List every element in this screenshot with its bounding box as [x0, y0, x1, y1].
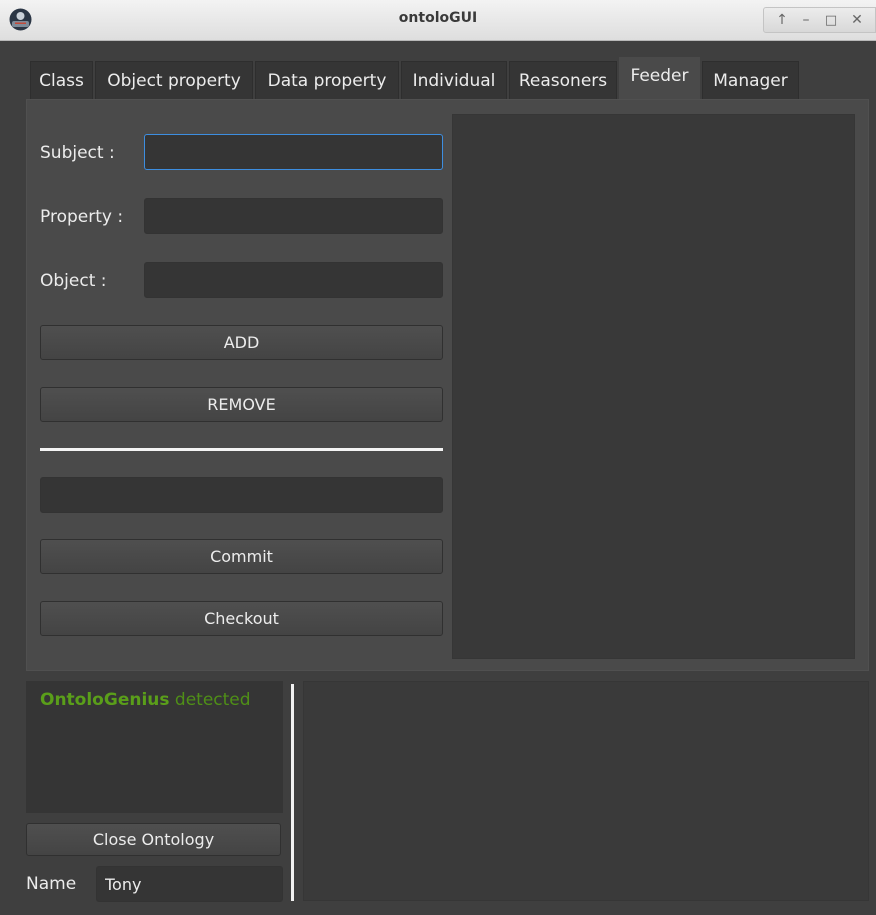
- window-controls: ↑ – □ ✕: [763, 7, 876, 33]
- horizontal-separator: [40, 448, 443, 451]
- log-output-area[interactable]: [303, 681, 869, 901]
- add-button[interactable]: ADD: [40, 325, 443, 360]
- tab-individual[interactable]: Individual: [401, 61, 507, 99]
- name-label: Name: [26, 874, 77, 894]
- commit-button[interactable]: Commit: [40, 539, 443, 574]
- tab-reasoners[interactable]: Reasoners: [509, 61, 617, 99]
- maximize-icon[interactable]: □: [820, 9, 842, 31]
- tab-manager[interactable]: Manager: [702, 61, 799, 99]
- subject-input[interactable]: [144, 134, 443, 170]
- ontology-status-box: OntoloGenius detected: [26, 681, 283, 813]
- status-detected: detected: [169, 690, 251, 710]
- object-label: Object :: [40, 271, 107, 291]
- tab-class[interactable]: Class: [30, 61, 93, 99]
- status-name: OntoloGenius: [40, 690, 170, 710]
- commit-message-input[interactable]: [40, 477, 443, 513]
- close-ontology-button[interactable]: Close Ontology: [26, 823, 281, 856]
- tab-object-property[interactable]: Object property: [95, 61, 253, 99]
- checkout-button[interactable]: Checkout: [40, 601, 443, 636]
- status-message: OntoloGenius detected: [40, 690, 251, 710]
- remove-button[interactable]: REMOVE: [40, 387, 443, 422]
- object-input[interactable]: [144, 262, 443, 298]
- property-label: Property :: [40, 207, 124, 227]
- vertical-separator: [291, 684, 294, 901]
- close-icon[interactable]: ✕: [846, 9, 868, 31]
- window-title: ontoloGUI: [398, 10, 478, 26]
- ontogui-window: ontoloGUI ↑ – □ ✕ Class Object property …: [0, 0, 876, 915]
- name-input[interactable]: [96, 866, 283, 902]
- minimize-icon[interactable]: –: [795, 9, 817, 31]
- subject-label: Subject :: [40, 143, 115, 163]
- property-input[interactable]: [144, 198, 443, 234]
- tab-feeder[interactable]: Feeder: [619, 57, 700, 99]
- title-bar[interactable]: ontoloGUI ↑ – □ ✕: [0, 0, 876, 41]
- feeder-output-area[interactable]: [452, 114, 855, 659]
- keep-above-icon[interactable]: ↑: [771, 9, 793, 31]
- tab-data-property[interactable]: Data property: [255, 61, 399, 99]
